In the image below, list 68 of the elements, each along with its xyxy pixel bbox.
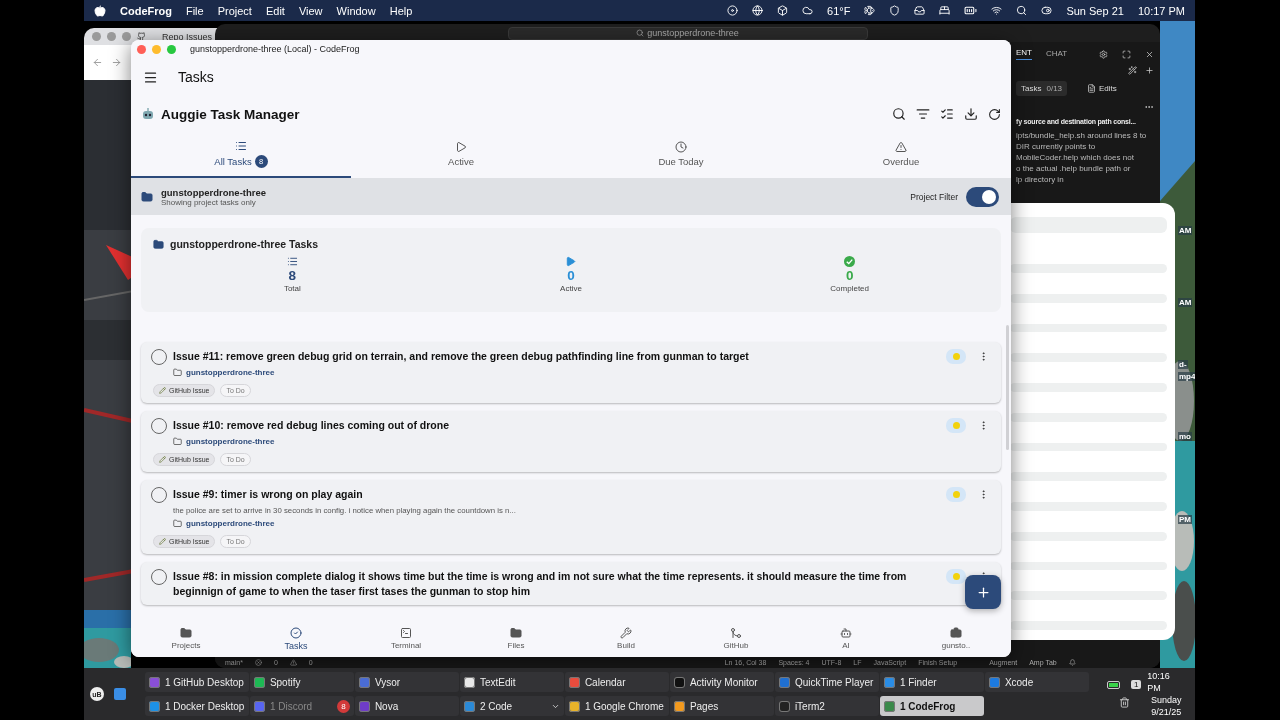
app-menu[interactable]: CodeFrog bbox=[120, 4, 172, 17]
nav-item[interactable]: gunsto.. bbox=[901, 620, 1011, 657]
taskbar-item[interactable]: Calendar bbox=[564, 672, 669, 692]
command-search-field[interactable]: gunstopperdrone-three bbox=[507, 26, 868, 40]
taskbar-item[interactable]: QuickTime Player bbox=[774, 672, 879, 692]
tab[interactable]: Due Today bbox=[571, 132, 791, 178]
tasks-tab[interactable]: Tasks 0/13 bbox=[1016, 81, 1068, 96]
menu-item[interactable]: Help bbox=[389, 4, 413, 17]
nav-item[interactable]: Tasks bbox=[241, 620, 351, 657]
filter-label: Project Filter bbox=[910, 191, 958, 202]
taskbar-item[interactable]: 2 Code bbox=[459, 696, 564, 716]
stat-value: 0 bbox=[567, 268, 575, 283]
weather-text[interactable]: 61°F bbox=[827, 4, 851, 17]
nav-item[interactable]: Terminal bbox=[351, 620, 461, 657]
clock-time: 10:16 PM bbox=[1147, 670, 1171, 694]
desktop-label[interactable]: AM bbox=[1178, 298, 1193, 307]
browser-tab[interactable]: Repo Issues bbox=[162, 31, 213, 42]
desktop-label[interactable]: AM bbox=[1178, 226, 1193, 235]
task-text-line: o the actual .help bundle path or bbox=[1016, 164, 1132, 173]
task-text-line: DIR currently points to bbox=[1016, 142, 1097, 151]
task-text-line: lp directory in bbox=[1016, 175, 1065, 184]
window-title: gunstopperdrone-three (Local) - CodeFrog bbox=[190, 44, 360, 54]
taskbar-item[interactable]: 1 GitHub Desktop bbox=[144, 672, 249, 692]
menu-date[interactable]: Sun Sep 21 bbox=[1066, 4, 1124, 17]
tab[interactable]: Active bbox=[351, 132, 571, 178]
nav-item[interactable]: AI bbox=[791, 620, 901, 657]
taskbar-item[interactable]: 1 Discord 8 bbox=[249, 696, 354, 716]
taskbar-item[interactable]: 1 Docker Desktop bbox=[144, 696, 249, 716]
taskbar-item[interactable]: Activity Monitor bbox=[669, 672, 774, 692]
desktop-label[interactable]: mp4 bbox=[1178, 372, 1195, 381]
menu-item[interactable]: File bbox=[185, 4, 204, 17]
clock-date: 9/21/25 bbox=[1151, 706, 1182, 718]
task-title: Issue #8: in mission complete dialog it shows time but the time is wrong and im not sure what the time represents. it should measure the time from beginnign of game to when the taser first tases the gunman to stop him bbox=[173, 569, 908, 599]
nav-item[interactable]: Files bbox=[461, 620, 571, 657]
menu-item[interactable]: Window bbox=[336, 4, 376, 17]
nav-item[interactable]: Build bbox=[571, 620, 681, 657]
taskbar-item[interactable]: Nova bbox=[354, 696, 459, 716]
taskbar-item[interactable]: TextEdit bbox=[459, 672, 564, 692]
panel-tab[interactable]: CHAT bbox=[1046, 48, 1068, 60]
tab[interactable]: Overdue bbox=[791, 132, 1011, 178]
taskbar-item[interactable]: iTerm2 bbox=[774, 696, 879, 716]
taskbar-item[interactable]: Vysor bbox=[354, 672, 459, 692]
taskbar-item[interactable]: Spotify bbox=[249, 672, 354, 692]
nav-item[interactable]: Projects bbox=[131, 620, 241, 657]
task-text-line: ipts/bundle_help.sh around lines 8 to bbox=[1016, 131, 1148, 140]
panel-tab[interactable]: ENT bbox=[1016, 48, 1032, 60]
clock-day: Sunday bbox=[1150, 694, 1182, 706]
task-text-line: MobileCoder.help which does not bbox=[1016, 153, 1135, 162]
stat-value: 0 bbox=[845, 268, 854, 283]
nav-item[interactable]: GitHub bbox=[681, 620, 791, 657]
desktop-label[interactable]: PM bbox=[1178, 515, 1192, 524]
menu-item[interactable]: Project bbox=[217, 4, 252, 17]
taskbar-item[interactable]: Xcode bbox=[984, 672, 1089, 692]
space-indicator[interactable]: 1 bbox=[1130, 680, 1142, 689]
taskbar-item[interactable]: 1 Google Chrome bbox=[564, 696, 669, 716]
edits-tab[interactable]: Edits bbox=[1099, 84, 1117, 93]
desktop-label[interactable]: d- bbox=[1178, 360, 1188, 369]
taskbar-item[interactable]: 1 Finder bbox=[879, 672, 984, 692]
menu-item[interactable]: View bbox=[298, 4, 323, 17]
taskbar-item[interactable]: 1 CodeFrog bbox=[879, 696, 984, 716]
stat-label: Active bbox=[560, 284, 582, 293]
stat-label: Completed bbox=[830, 284, 869, 293]
desktop-label[interactable]: mo bbox=[1178, 432, 1192, 441]
task-title: Issue #11: remove green debug grid on terrain, and remove the green debug pathfinding line from gunman to target bbox=[173, 349, 750, 364]
taskbar-item[interactable]: Pages bbox=[669, 696, 774, 716]
notification-badge: 8 bbox=[336, 699, 350, 713]
menu-time[interactable]: 10:17 PM bbox=[1137, 4, 1185, 17]
menu-item[interactable]: Edit bbox=[265, 4, 285, 17]
